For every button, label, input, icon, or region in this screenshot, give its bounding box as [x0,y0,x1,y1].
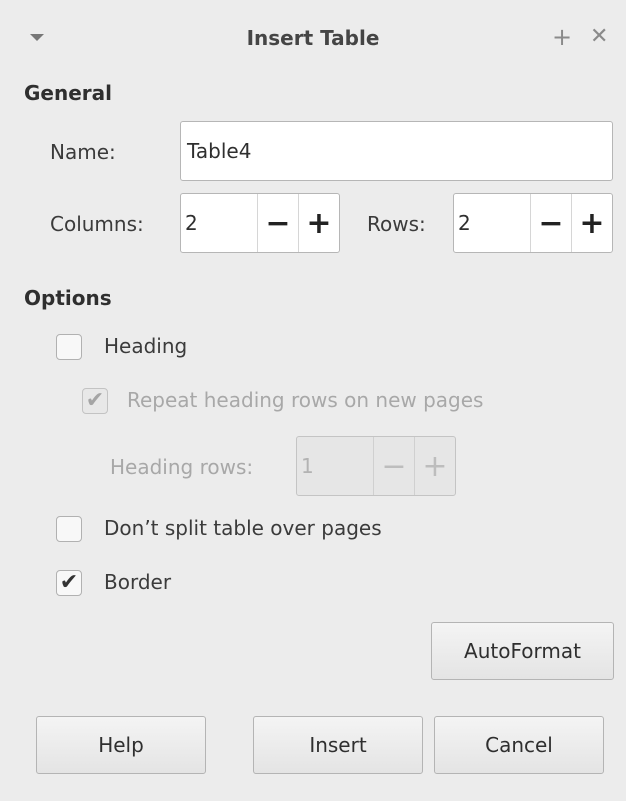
rows-spinbox: 2 − + [453,193,613,253]
options-section-heading: Options [24,286,112,310]
columns-increment-button[interactable]: + [298,194,339,252]
border-label[interactable]: Border [104,570,171,594]
cancel-button[interactable]: Cancel [434,716,604,774]
dont-split-checkbox[interactable] [56,516,82,542]
heading-checkbox[interactable] [56,334,82,360]
columns-value[interactable]: 2 [181,194,257,252]
repeat-heading-checkbox[interactable]: ✔ [82,388,108,414]
heading-rows-spinbox: 1 − + [296,436,456,496]
close-icon[interactable]: ✕ [590,22,608,52]
heading-checkbox-label[interactable]: Heading [104,334,187,358]
heading-rows-increment-button[interactable]: + [414,437,455,495]
heading-rows-value[interactable]: 1 [297,437,373,495]
heading-rows-decrement-button[interactable]: − [373,437,414,495]
general-section-heading: General [24,81,112,105]
columns-decrement-button[interactable]: − [257,194,298,252]
columns-label: Columns: [50,212,144,236]
check-icon: ✔ [59,570,79,595]
columns-spinbox: 2 − + [180,193,340,253]
rows-increment-button[interactable]: + [571,194,612,252]
help-button[interactable]: Help [36,716,206,774]
autoformat-button[interactable]: AutoFormat [431,622,614,680]
rows-label: Rows: [367,212,426,236]
dialog-title: Insert Table [246,26,380,50]
check-icon: ✔ [85,388,105,413]
heading-rows-label: Heading rows: [110,455,254,479]
border-checkbox[interactable]: ✔ [56,570,82,596]
maximize-icon[interactable]: + [552,22,572,52]
insert-button[interactable]: Insert [253,716,423,774]
rows-value[interactable]: 2 [454,194,530,252]
rows-decrement-button[interactable]: − [530,194,571,252]
dont-split-label[interactable]: Don’t split table over pages [104,516,382,540]
name-label: Name: [50,140,116,164]
name-input[interactable]: Table4 [180,121,613,181]
repeat-heading-label[interactable]: Repeat heading rows on new pages [127,388,483,412]
